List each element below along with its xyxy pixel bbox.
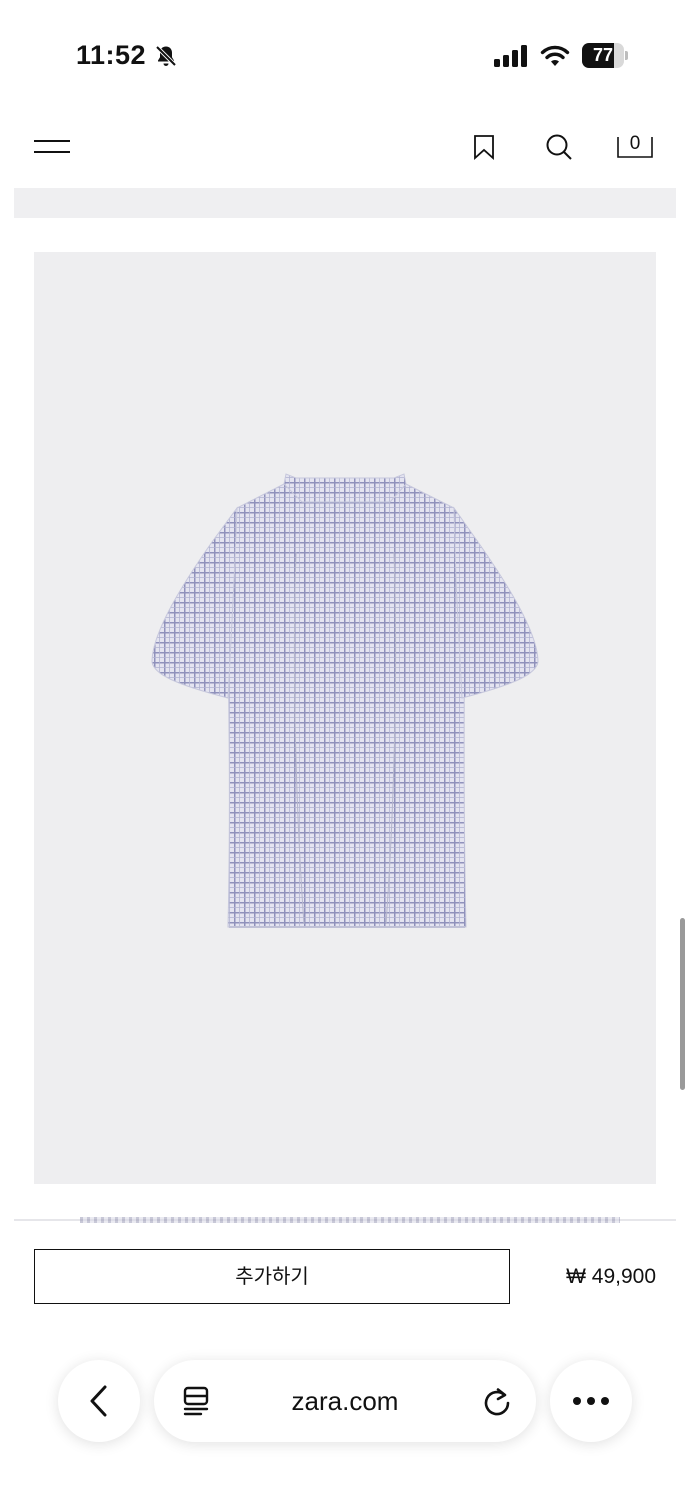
- wifi-icon: [540, 45, 570, 66]
- signal-icon: [494, 45, 527, 67]
- address-bar[interactable]: zara.com: [154, 1360, 536, 1442]
- product-price: ₩ 49,900: [566, 1265, 656, 1288]
- bookmark-icon[interactable]: [472, 134, 496, 160]
- next-image-edge: [80, 1217, 620, 1223]
- more-button[interactable]: [550, 1360, 632, 1442]
- reload-icon[interactable]: [482, 1386, 512, 1416]
- back-icon: [90, 1385, 107, 1417]
- product-image[interactable]: [34, 252, 656, 1184]
- url-text[interactable]: zara.com: [224, 1360, 466, 1442]
- search-icon[interactable]: [545, 133, 573, 161]
- tabs-icon[interactable]: [182, 1386, 210, 1416]
- battery-level: 77: [592, 45, 614, 65]
- previous-image-edge: [14, 188, 676, 218]
- bag-count: 0: [629, 133, 641, 154]
- add-to-cart-button[interactable]: 추가하기: [34, 1249, 510, 1304]
- browser-toolbar: zara.com: [0, 1340, 690, 1500]
- shirt-back-view: [151, 473, 539, 928]
- site-header: 0: [0, 110, 690, 180]
- status-bar: 11:52 77: [0, 0, 690, 100]
- menu-icon[interactable]: [34, 138, 70, 156]
- back-button[interactable]: [58, 1360, 140, 1442]
- scrollbar[interactable]: [680, 918, 685, 1090]
- battery-icon: 77: [582, 43, 628, 68]
- bell-slash-icon: [155, 45, 177, 67]
- status-time: 11:52: [76, 40, 147, 70]
- bag-icon[interactable]: 0: [616, 133, 654, 159]
- more-icon: [573, 1397, 609, 1405]
